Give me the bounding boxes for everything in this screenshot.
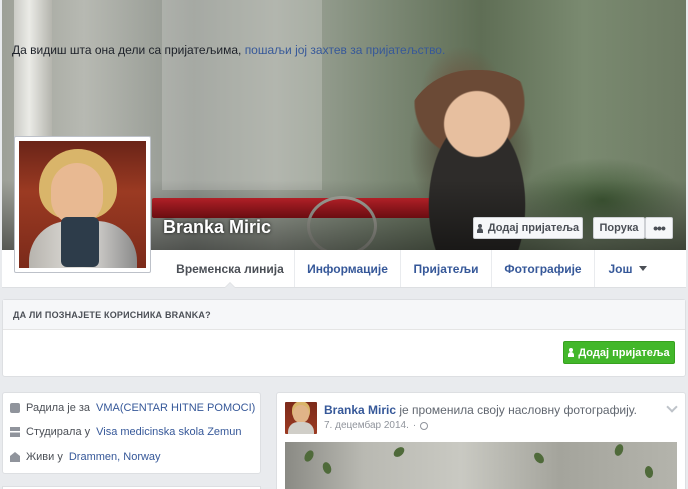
active-tab-pointer (224, 282, 236, 288)
tab-more-label: Још (608, 261, 633, 276)
profile-photo (19, 141, 146, 268)
leaf (644, 465, 654, 479)
tab-more[interactable]: Још (594, 250, 660, 287)
send-request-link[interactable]: пошаљи јој захтев за пријатељство. (245, 43, 446, 57)
intro-home-row: Живи у Drammen, Norway (10, 451, 161, 463)
profile-name[interactable]: Branka Miric (163, 217, 271, 238)
leaf (321, 460, 333, 476)
post-meta: 7. децембар 2014. · (324, 420, 429, 431)
cover-wall (162, 0, 322, 190)
tab-friends-label: Пријатељи (413, 261, 479, 276)
post-action-text: је променила своју насловну фотографију. (399, 403, 637, 417)
post-cover-image[interactable] (285, 442, 677, 489)
chevron-down-icon (638, 266, 647, 271)
leaf (391, 445, 407, 459)
intro-education-row: Студирала у Visa medicinska skola Zemun (10, 426, 241, 438)
intro-home-prefix: Живи у (26, 451, 63, 463)
intro-education-link[interactable]: Visa medicinska skola Zemun (96, 426, 241, 438)
leaf (532, 450, 546, 466)
graduation-cap-icon (10, 427, 20, 437)
intro-home-link[interactable]: Drammen, Norway (69, 451, 161, 463)
add-friend-icon (476, 223, 484, 233)
tab-photos[interactable]: Фотографије (491, 250, 594, 287)
post-author-name[interactable]: Branka Miric (324, 403, 396, 417)
tab-friends[interactable]: Пријатељи (400, 250, 491, 287)
add-friend-icon (568, 348, 575, 357)
intro-work-prefix: Радила је за (26, 402, 91, 414)
intro-education-prefix: Студирала у (26, 426, 91, 438)
more-dots-icon: ••• (653, 220, 666, 236)
leaf (302, 448, 316, 464)
intro-work-link[interactable]: VMA(CENTAR HITNE POMOCI) (96, 402, 255, 414)
avatar-face (51, 163, 103, 225)
tab-photos-label: Фотографије (504, 261, 582, 276)
post-dot: · (412, 420, 417, 431)
add-friend-green-label: Додај пријатеља (578, 346, 670, 359)
avatar-scarf (61, 217, 99, 267)
more-options-button[interactable]: ••• (645, 217, 673, 239)
add-friend-label: Додај пријатеља (487, 222, 580, 234)
globe-icon[interactable] (420, 421, 429, 430)
post-header: Branka Miric је променила своју насловну… (324, 403, 637, 417)
profile-picture[interactable] (14, 136, 151, 273)
tab-about-label: Информације (307, 261, 388, 276)
message-label: Порука (599, 222, 639, 234)
add-friend-green-button[interactable]: Додај пријатеља (563, 341, 675, 364)
know-user-box: ДА ЛИ ПОЗНАЈЕТЕ КОРИСНИКА BRANKA? (2, 299, 686, 377)
know-user-prompt: Да видиш шта она дели са пријатељима, (12, 43, 242, 57)
briefcase-icon (10, 403, 20, 413)
tab-timeline-label: Временска линија (176, 261, 284, 276)
know-user-text: Да видиш шта она дели са пријатељима, по… (12, 43, 445, 57)
post-date[interactable]: 7. децембар 2014. (324, 420, 409, 431)
tab-about[interactable]: Информације (294, 250, 400, 287)
intro-work-row: Радила је за VMA(CENTAR HITNE POMOCI) (10, 402, 255, 414)
post-author-avatar[interactable] (285, 402, 317, 434)
know-user-title: ДА ЛИ ПОЗНАЈЕТЕ КОРИСНИКА BRANKA? (3, 300, 685, 330)
leaf (613, 442, 625, 458)
add-friend-button[interactable]: Додај пријатеља (473, 217, 583, 239)
message-button[interactable]: Порука (593, 217, 645, 239)
home-icon (10, 452, 20, 462)
